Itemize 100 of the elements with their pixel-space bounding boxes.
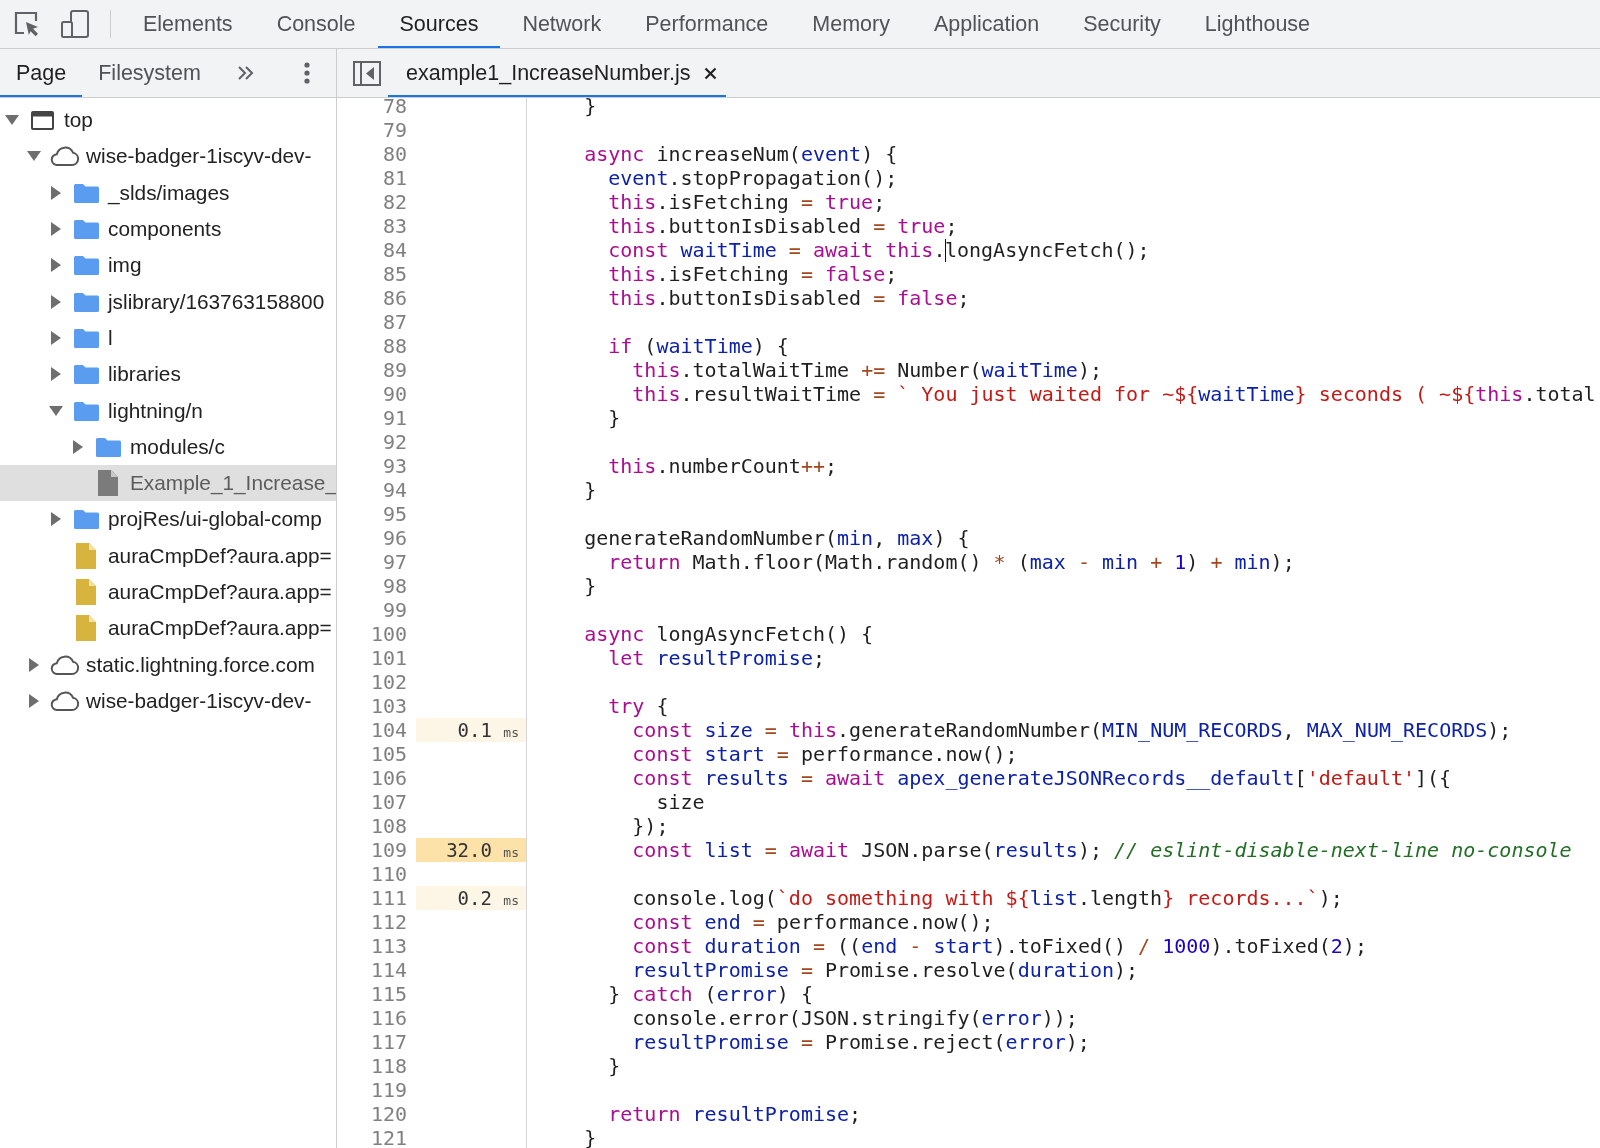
panel-tab[interactable]: Lighthouse (1182, 0, 1333, 48)
line-number: 103 (370, 694, 407, 718)
tree-item[interactable]: auraCmpDef?aura.app= (0, 537, 336, 574)
line-number: 87 (382, 310, 407, 334)
caret-down-icon[interactable] (49, 405, 63, 416)
code-line: } (608, 406, 621, 430)
code-line: } (608, 1054, 621, 1078)
caret-right-icon[interactable] (73, 439, 83, 454)
line-number: 100 (370, 622, 407, 646)
code-line: resultPromise = Promise.resolve(duration); (632, 958, 1139, 982)
caret-right-icon[interactable] (51, 185, 61, 200)
caret-right-icon[interactable] (51, 512, 61, 527)
line-number: 93 (382, 454, 407, 478)
file-icon (76, 579, 96, 605)
caret-down-icon[interactable] (27, 151, 41, 162)
line-number: 102 (370, 670, 407, 694)
devices-icon[interactable] (61, 10, 89, 38)
line-number: 114 (370, 958, 407, 982)
panel-tab[interactable]: Console (254, 0, 378, 48)
tree-item[interactable]: libraries (0, 356, 336, 393)
tree-item[interactable]: auraCmpDef?aura.app= (0, 610, 336, 647)
code-line: } (584, 1126, 597, 1148)
code-line: generateRandomNumber(min, max) { (584, 526, 970, 550)
file-icon (76, 615, 96, 642)
line-number: 115 (370, 982, 407, 1006)
line-number: 99 (382, 598, 407, 622)
caret-down-icon[interactable] (5, 115, 19, 126)
line-number: 105 (370, 742, 407, 766)
line-number: 110 (370, 862, 407, 886)
close-icon[interactable] (704, 66, 718, 80)
tree-item[interactable]: projRes/ui-global-comp (0, 501, 336, 538)
tree-item[interactable]: _slds/images (0, 174, 336, 211)
line-number: 89 (382, 358, 407, 382)
code-line: const start = performance.now(); (632, 742, 1018, 766)
cloud-icon (48, 654, 80, 675)
panel-tab[interactable]: Security (1061, 0, 1183, 48)
line-number: 80 (382, 142, 407, 166)
code-line: const size = this.generateRandomNumber(MIN_NUM_RECORDS, MAX_NUM_RECORDS); (632, 718, 1512, 742)
double-chevron-icon[interactable] (236, 66, 254, 80)
file-icon (98, 470, 118, 497)
line-number: 119 (370, 1078, 407, 1102)
caret-right-icon[interactable] (29, 693, 39, 708)
line-number: 95 (382, 502, 407, 526)
panel-toggle-icon[interactable] (353, 60, 381, 86)
code-line: resultPromise = Promise.reject(error); (632, 1030, 1090, 1054)
caret-right-icon[interactable] (51, 294, 61, 309)
cloud-icon (48, 690, 80, 711)
menu-icon[interactable] (303, 62, 310, 84)
line-number: 101 (370, 646, 407, 670)
tree-item[interactable]: l (0, 319, 336, 357)
code-line: const list = await JSON.parse(results); // eslint-disable-next-line no-console (632, 838, 1572, 862)
folder-icon (73, 327, 99, 348)
line-number: 120 (370, 1102, 407, 1126)
code-line: this.numberCount++; (608, 454, 838, 478)
code-line: this.totalWaitTime += Number(waitTime); (632, 358, 1102, 382)
code-line: const duration = ((end - start).toFixed() / 1000).toFixed(2); (632, 934, 1367, 958)
line-number: 112 (370, 910, 407, 934)
code-line: } catch (error) { (608, 982, 813, 1006)
panel-tab[interactable]: Performance (623, 0, 791, 48)
code-line: async longAsyncFetch() { (584, 622, 874, 646)
tree-item[interactable]: lightning/n (0, 392, 336, 429)
code-line: this.isFetching = true; (608, 190, 886, 214)
tree-item[interactable]: wise-badger-1iscyv-dev- (0, 682, 336, 720)
line-number: 111 (370, 886, 407, 910)
tree-item[interactable]: modules/c (0, 428, 336, 465)
line-number: 79 (382, 118, 407, 142)
panel-tab[interactable]: Application (912, 0, 1062, 48)
tree-item[interactable]: auraCmpDef?aura.app= (0, 573, 336, 611)
tree-item[interactable]: components (0, 210, 336, 248)
tree-item[interactable]: top (0, 102, 336, 139)
tree-item[interactable]: wise-badger-1iscyv-dev- (0, 138, 336, 175)
folder-icon (73, 255, 99, 276)
tree-item[interactable]: img (0, 247, 336, 284)
navigator-tab[interactable]: Filesystem (82, 49, 217, 97)
panel-tab[interactable]: Elements (121, 0, 255, 48)
folder-icon (73, 509, 99, 530)
folder-icon (73, 182, 99, 203)
caret-right-icon[interactable] (51, 367, 61, 382)
folder-icon (73, 219, 99, 240)
tree-item[interactable]: static.lightning.force.com (0, 646, 336, 683)
caret-right-icon[interactable] (51, 222, 61, 237)
line-number: 109 (370, 838, 407, 862)
inspect-icon[interactable] (14, 11, 41, 37)
code-line: } (584, 574, 597, 598)
line-number: 113 (370, 934, 407, 958)
panel-tab[interactable]: Memory (790, 0, 912, 48)
line-timing: 32.0 ms (416, 838, 526, 862)
caret-right-icon[interactable] (51, 258, 61, 273)
code-line: size (656, 790, 705, 814)
line-number: 91 (382, 406, 407, 430)
code-line: this.isFetching = false; (608, 262, 898, 286)
tree-item[interactable]: jslibrary/163763158800 (0, 283, 336, 320)
line-number: 118 (370, 1054, 407, 1078)
line-timing: 0.1 ms (416, 718, 526, 742)
panel-tab[interactable]: Network (500, 0, 624, 48)
line-number: 90 (382, 382, 407, 406)
caret-right-icon[interactable] (29, 657, 39, 672)
line-number: 83 (382, 214, 407, 238)
line-number: 92 (382, 430, 407, 454)
caret-right-icon[interactable] (51, 330, 61, 345)
